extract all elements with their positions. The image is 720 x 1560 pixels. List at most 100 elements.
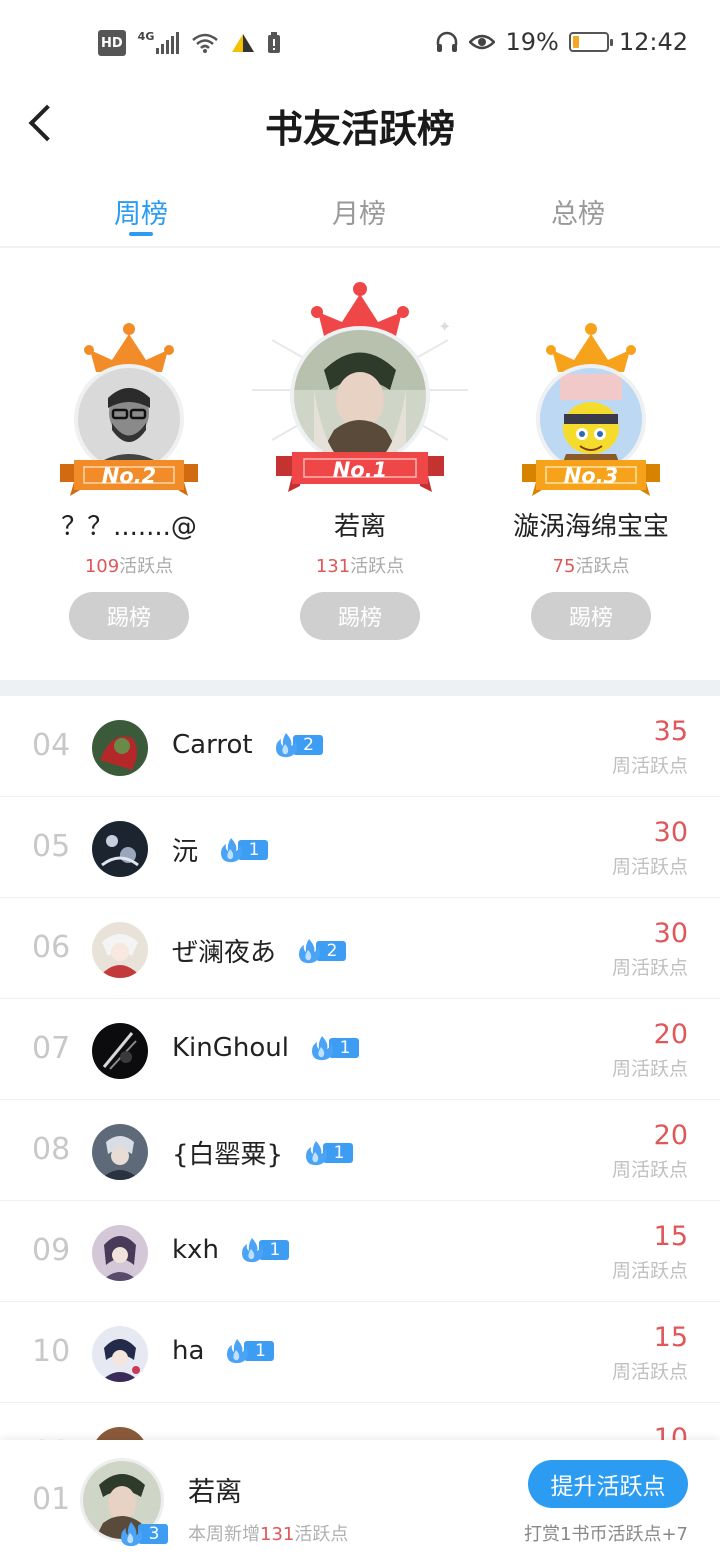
- avatar[interactable]: [92, 922, 148, 978]
- alert-triangle-icon: [231, 30, 255, 56]
- header: 书友活跃榜: [0, 88, 720, 158]
- level-badge: 1: [239, 1238, 289, 1263]
- score: 20 周活跃点: [612, 1019, 688, 1081]
- user-name-text: ha: [172, 1336, 205, 1366]
- tab-bar: 周榜 月榜 总榜: [0, 176, 720, 248]
- podium-name: 漩涡海绵宝宝: [512, 512, 669, 542]
- score-value: 15: [653, 1322, 688, 1353]
- score-label: 周活跃点: [611, 1260, 688, 1282]
- rank-ribbon: No.2: [60, 456, 198, 496]
- user-name: kxh 1: [172, 1235, 289, 1265]
- points-suffix: 活跃点: [575, 556, 630, 577]
- user-name: Carrot 2: [172, 730, 323, 760]
- kick-button[interactable]: 踢榜: [531, 592, 651, 640]
- score-value: 35: [653, 716, 688, 747]
- rank-label: No.1: [332, 458, 388, 482]
- list-item[interactable]: 04 Carrot 2 35 周活跃点: [0, 696, 720, 797]
- avatar[interactable]: [92, 720, 148, 776]
- section-divider: [0, 680, 720, 696]
- list-item[interactable]: 10 ha 1 15 周活跃点: [0, 1302, 720, 1403]
- battery-percent: 19%: [505, 28, 559, 56]
- user-name: {白罂粟} 1: [172, 1134, 354, 1171]
- flame-icon: [241, 1238, 263, 1263]
- list-item[interactable]: 07 KinGhoul 1 20 周活跃点: [0, 999, 720, 1100]
- user-name-text: KinGhoul: [172, 1033, 289, 1063]
- score-value: 20: [653, 1120, 688, 1151]
- points-suffix: 活跃点: [119, 556, 174, 577]
- user-name: 沅 1: [172, 831, 269, 868]
- flame-icon: [275, 733, 297, 758]
- flame-icon: [306, 1140, 328, 1165]
- rank-label: No.3: [563, 464, 619, 488]
- status-bar: HD 4G 19% 12:42: [0, 0, 720, 88]
- my-rank-bar: 01 3 若离 本周新增131活跃点 提升活跃点 打赏1书币活跃点+7: [0, 1440, 720, 1560]
- user-name-text: ぜ澜夜あ: [172, 938, 277, 968]
- score-label: 周活跃点: [611, 957, 688, 979]
- user-name-text: Carrot: [172, 730, 253, 760]
- list-item[interactable]: 05 沅 1 30 周活跃点: [0, 797, 720, 898]
- avatar[interactable]: [92, 1124, 148, 1180]
- podium: No.2 ？？.......@ 109活跃点 踢榜 ✦ No.1 若离 131活…: [0, 250, 720, 680]
- score-label: 周活跃点: [611, 1159, 688, 1181]
- user-name: KinGhoul 1: [172, 1033, 359, 1063]
- score-label: 周活跃点: [611, 1058, 688, 1080]
- list-item[interactable]: 06 ぜ澜夜あ 2 30 周活跃点: [0, 898, 720, 999]
- tab-monthly[interactable]: 月榜: [282, 176, 436, 246]
- flame-icon: [227, 1339, 249, 1364]
- user-name-text: kxh: [172, 1235, 219, 1265]
- my-weekly-points: 本周新增131活跃点: [188, 1520, 348, 1546]
- score-label: 周活跃点: [611, 856, 688, 878]
- score: 35 周活跃点: [612, 716, 688, 778]
- my-name: 若离: [188, 1477, 242, 1508]
- list-item[interactable]: 09 kxh 1 15 周活跃点: [0, 1201, 720, 1302]
- avatar[interactable]: [92, 1427, 148, 1440]
- kick-button[interactable]: 踢榜: [300, 592, 420, 640]
- level-badge: 2: [273, 733, 323, 758]
- user-name-text: {白罂粟}: [172, 1140, 284, 1170]
- rank-number: 10: [32, 1334, 71, 1369]
- podium-points: 131活跃点: [262, 552, 458, 578]
- flame-icon: [299, 938, 321, 963]
- flame-icon: [221, 837, 243, 862]
- level-badge: 1: [309, 1036, 359, 1061]
- score: 30 周活跃点: [612, 918, 688, 980]
- avatar[interactable]: [92, 1326, 148, 1382]
- battery-fill: [572, 36, 579, 48]
- score-value: 10: [653, 1423, 688, 1440]
- wifi-icon: [191, 30, 219, 56]
- score-value: 30: [653, 817, 688, 848]
- list-item[interactable]: 08 {白罂粟} 1 20 周活跃点: [0, 1100, 720, 1201]
- kick-button[interactable]: 踢榜: [69, 592, 189, 640]
- page-title: 书友活跃榜: [264, 106, 455, 151]
- level-badge: 3: [118, 1522, 168, 1547]
- points-value: 131: [315, 556, 351, 577]
- reward-tip: 打赏1书币活跃点+7: [524, 1524, 688, 1545]
- score: 15 周活跃点: [612, 1322, 688, 1384]
- score-value: 15: [653, 1221, 688, 1252]
- avatar[interactable]: [290, 326, 430, 466]
- tab-weekly[interactable]: 周榜: [0, 176, 282, 246]
- podium-points: 109活跃点: [50, 552, 208, 578]
- avatar[interactable]: [92, 821, 148, 877]
- score-value: 20: [653, 1019, 688, 1050]
- tab-total[interactable]: 总榜: [436, 176, 720, 246]
- user-name: ぜ澜夜あ 2: [172, 932, 347, 969]
- avatar[interactable]: [92, 1023, 148, 1079]
- boost-activity-button[interactable]: 提升活跃点: [528, 1460, 688, 1508]
- flame-icon: [312, 1036, 333, 1061]
- avatar[interactable]: [92, 1225, 148, 1281]
- level-badge: 2: [296, 938, 347, 963]
- rank-number: 05: [32, 829, 71, 864]
- podium-first: ✦ No.1 若离 131活跃点 踢榜: [252, 280, 468, 650]
- podium-name: 若离: [333, 512, 386, 542]
- list-item[interactable]: 11 10: [0, 1403, 720, 1440]
- score: 15 周活跃点: [612, 1221, 688, 1283]
- rank-number: 09: [32, 1233, 71, 1268]
- level-badge: 1: [218, 837, 269, 862]
- level-badge: 1: [303, 1140, 354, 1165]
- podium-third: No.3 漩涡海绵宝宝 75活跃点 踢榜: [512, 320, 670, 650]
- my-rank-number: 01: [32, 1482, 71, 1517]
- flame-icon: [121, 1522, 142, 1547]
- rank-number: 08: [32, 1132, 71, 1167]
- points-value: 75: [552, 556, 576, 577]
